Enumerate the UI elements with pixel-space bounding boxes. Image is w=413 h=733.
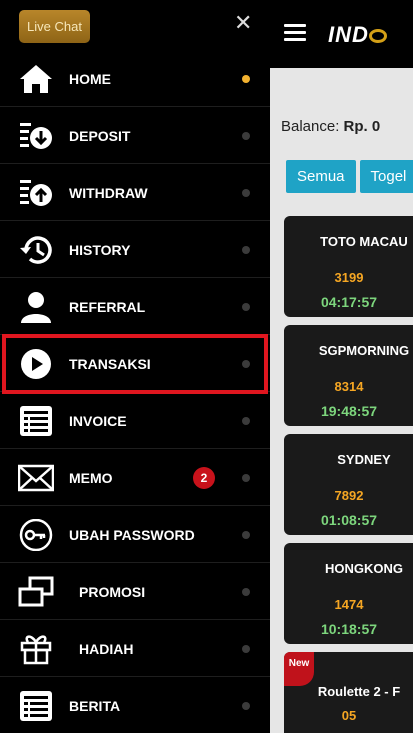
result-filters: Semua Togel xyxy=(286,160,413,193)
market-name: SGPMORNING xyxy=(318,343,410,358)
status-dot xyxy=(242,474,250,482)
market-name: SYDNEY xyxy=(337,452,391,467)
result-number: 7892 xyxy=(334,488,364,503)
menu-label: TRANSAKSI xyxy=(69,356,151,372)
result-countdown: 10:18:57 xyxy=(320,621,378,637)
play-icon xyxy=(21,349,51,379)
result-card[interactable]: TOTO MACAU 3199 04:17:57 xyxy=(284,216,413,317)
balance-value: Rp. 0 xyxy=(343,118,381,135)
menu-item-referral[interactable]: REFERRAL xyxy=(0,278,270,335)
menu-label: WITHDRAW xyxy=(69,185,148,201)
menu-item-deposit[interactable]: DEPOSIT xyxy=(0,107,270,164)
balance-display: Balance: Rp. 0 xyxy=(281,118,380,135)
gift-icon xyxy=(20,635,52,665)
drawer-header: Live Chat ✕ xyxy=(0,0,270,50)
menu-label: REFERRAL xyxy=(69,299,146,315)
invoice-icon xyxy=(20,406,52,436)
result-countdown: 01:08:57 xyxy=(320,512,378,528)
home-icon xyxy=(20,65,52,93)
menu-item-berita[interactable]: BERITA xyxy=(0,677,270,733)
drawer-menu: HOME DEPOSIT WITHDRAW HISTORY REFERRAL T… xyxy=(0,50,270,733)
market-name: HONGKONG xyxy=(325,561,403,576)
news-icon xyxy=(20,691,52,721)
result-number: 3199 xyxy=(334,270,364,285)
status-dot xyxy=(242,588,250,596)
side-drawer: Live Chat ✕ HOME DEPOSIT WITHDRAW HISTOR… xyxy=(0,0,270,733)
brand-logo[interactable]: IND xyxy=(328,22,387,48)
menu-label: BERITA xyxy=(69,698,121,714)
unread-count-badge: 2 xyxy=(193,467,215,489)
status-dot xyxy=(242,189,250,197)
main-app: IND Balance: Rp. 0 Semua Togel TOTO MACAU… xyxy=(270,0,413,733)
filter-togel-button[interactable]: Togel xyxy=(359,160,413,193)
menu-item-history[interactable]: HISTORY xyxy=(0,221,270,278)
status-dot xyxy=(242,246,250,254)
status-dot xyxy=(242,303,250,311)
status-dot xyxy=(242,531,250,539)
menu-label: HADIAH xyxy=(79,641,134,657)
hamburger-menu-icon[interactable] xyxy=(284,24,306,42)
mail-icon xyxy=(18,464,54,492)
top-bar: IND xyxy=(270,0,413,68)
result-countdown: 04:17:57 xyxy=(320,294,378,310)
status-dot xyxy=(242,645,250,653)
results-list: TOTO MACAU 3199 04:17:57 SGPMORNING 8314… xyxy=(284,216,413,733)
deposit-icon xyxy=(20,123,52,149)
filter-semua-button[interactable]: Semua xyxy=(286,160,356,193)
menu-label: DEPOSIT xyxy=(69,128,131,144)
live-chat-button[interactable]: Live Chat xyxy=(19,10,90,43)
close-icon[interactable]: ✕ xyxy=(234,10,252,36)
game-card[interactable]: New Roulette 2 - F 05 xyxy=(284,652,413,733)
result-number: 1474 xyxy=(334,597,364,612)
menu-item-home[interactable]: HOME xyxy=(0,50,270,107)
status-dot xyxy=(242,132,250,140)
game-result: 05 xyxy=(341,708,357,723)
menu-item-invoice[interactable]: INVOICE xyxy=(0,392,270,449)
status-dot xyxy=(242,702,250,710)
history-icon xyxy=(20,236,52,264)
menu-item-ubah-password[interactable]: UBAH PASSWORD xyxy=(0,506,270,563)
result-card[interactable]: HONGKONG 1474 10:18:57 xyxy=(284,543,413,644)
key-icon xyxy=(19,519,53,551)
menu-item-memo[interactable]: MEMO 2 xyxy=(0,449,270,506)
result-card[interactable]: SGPMORNING 8314 19:48:57 xyxy=(284,325,413,426)
active-indicator xyxy=(242,75,250,83)
withdraw-icon xyxy=(20,180,52,206)
result-number: 8314 xyxy=(334,379,364,394)
menu-item-promosi[interactable]: PROMOSI xyxy=(0,563,270,620)
menu-label: HISTORY xyxy=(69,242,131,258)
new-badge: New xyxy=(284,652,314,686)
result-countdown: 19:48:57 xyxy=(320,403,378,419)
promo-icon xyxy=(18,576,54,607)
menu-item-transaksi[interactable]: TRANSAKSI xyxy=(0,335,270,392)
game-name: Roulette 2 - F xyxy=(317,684,401,699)
menu-label: UBAH PASSWORD xyxy=(69,527,195,543)
status-dot xyxy=(242,417,250,425)
balance-label: Balance: xyxy=(281,118,340,135)
menu-label: INVOICE xyxy=(69,413,127,429)
menu-label: MEMO xyxy=(69,470,113,486)
user-icon xyxy=(21,292,51,323)
menu-item-hadiah[interactable]: HADIAH xyxy=(0,620,270,677)
market-name: TOTO MACAU xyxy=(320,234,408,249)
menu-label: HOME xyxy=(69,71,111,87)
menu-label: PROMOSI xyxy=(79,584,146,600)
menu-item-withdraw[interactable]: WITHDRAW xyxy=(0,164,270,221)
status-dot xyxy=(242,360,250,368)
result-card[interactable]: SYDNEY 7892 01:08:57 xyxy=(284,434,413,535)
